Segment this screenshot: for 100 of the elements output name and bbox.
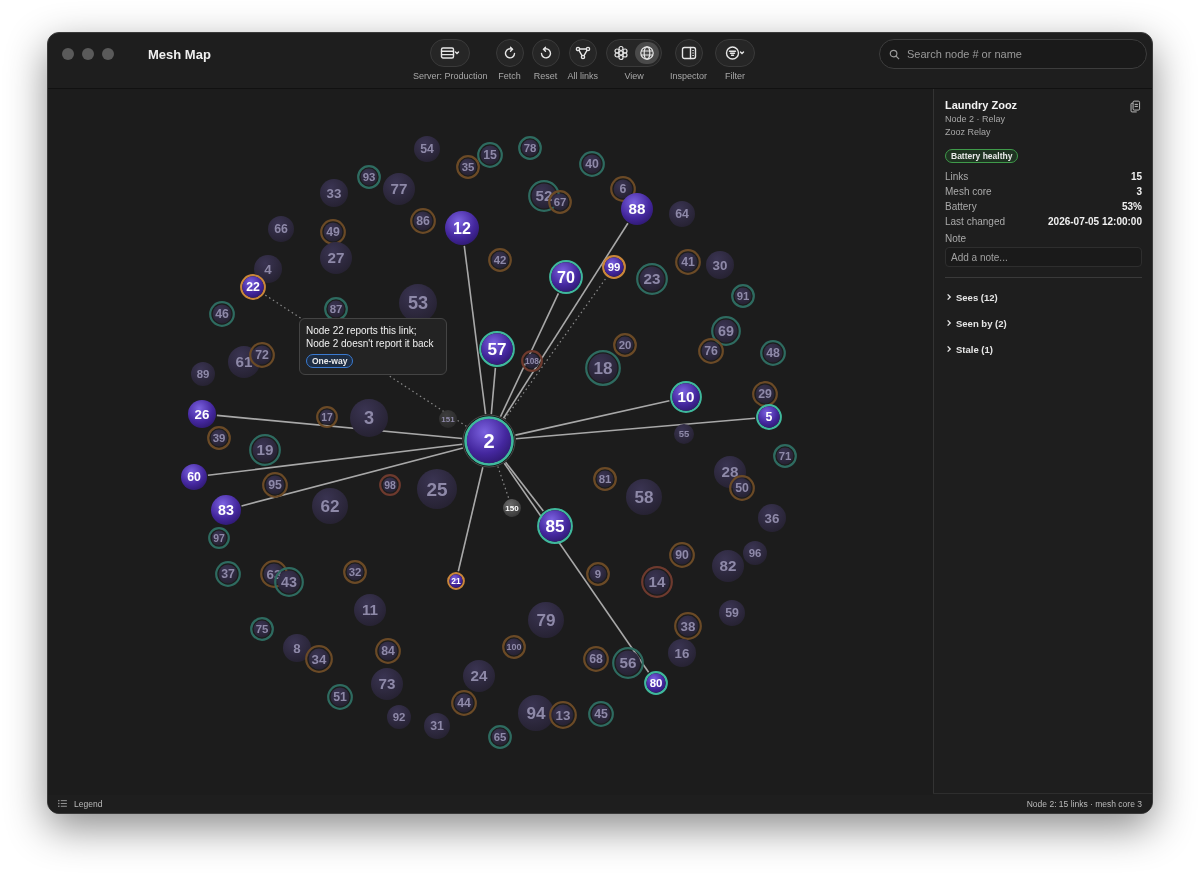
node[interactable]: 57 [479, 331, 515, 367]
node[interactable]: 62 [312, 488, 348, 524]
node[interactable]: 91 [731, 284, 755, 308]
node[interactable]: 73 [371, 668, 403, 700]
node[interactable]: 33 [320, 179, 348, 207]
node[interactable]: 79 [528, 602, 564, 638]
node[interactable]: 86 [410, 208, 436, 234]
node[interactable]: 108 [521, 350, 543, 372]
node[interactable]: 24 [463, 660, 495, 692]
node[interactable]: 66 [268, 216, 294, 242]
node[interactable]: 38 [674, 612, 702, 640]
node[interactable]: 85 [537, 508, 573, 544]
search-field[interactable]: Search node # or name [879, 39, 1147, 69]
node[interactable]: 13 [549, 701, 577, 729]
node[interactable]: 48 [760, 340, 786, 366]
note-field[interactable]: Add a note... [945, 247, 1142, 267]
node[interactable]: 69 [711, 316, 741, 346]
node[interactable]: 98 [379, 474, 401, 496]
node[interactable]: 22 [240, 274, 266, 300]
node[interactable]: 19 [249, 434, 281, 466]
node[interactable]: 96 [743, 541, 767, 565]
node[interactable]: 37 [215, 561, 241, 587]
list-icon[interactable] [58, 800, 67, 807]
node[interactable]: 88 [621, 193, 653, 225]
node[interactable]: 14 [641, 566, 673, 598]
zoom-button[interactable] [102, 48, 114, 60]
node[interactable]: 32 [343, 560, 367, 584]
node[interactable]: 150 [503, 499, 521, 517]
menu-button[interactable] [430, 39, 471, 67]
node[interactable]: 76 [698, 338, 724, 364]
node[interactable]: 70 [549, 260, 583, 294]
node[interactable]: 29 [752, 381, 778, 407]
node[interactable]: 16 [668, 639, 696, 667]
node[interactable]: 9 [586, 562, 610, 586]
node[interactable]: 54 [414, 136, 440, 162]
node[interactable]: 10 [670, 381, 702, 413]
section-toggle[interactable]: Stale (1) [945, 342, 993, 356]
node[interactable]: 68 [583, 646, 609, 672]
node[interactable]: 58 [626, 479, 662, 515]
node[interactable]: 35 [456, 155, 480, 179]
node[interactable]: 8 [283, 634, 311, 662]
node[interactable]: 45 [588, 701, 614, 727]
section-toggle[interactable]: Sees (12) [945, 290, 998, 304]
legend-button[interactable]: Legend [74, 798, 103, 809]
toolbar-button[interactable] [674, 39, 703, 67]
node[interactable]: 11 [354, 594, 386, 626]
menu-button[interactable] [715, 39, 756, 67]
node[interactable]: 18 [585, 350, 621, 386]
node[interactable]: 59 [719, 600, 745, 626]
toolbar-button[interactable] [495, 39, 524, 67]
toolbar-button[interactable] [568, 39, 597, 67]
node[interactable]: 56 [612, 647, 644, 679]
node[interactable]: 44 [451, 690, 477, 716]
node[interactable]: 92 [387, 705, 411, 729]
node[interactable]: 42 [488, 248, 512, 272]
node[interactable]: 71 [773, 444, 797, 468]
node[interactable]: 17 [316, 406, 338, 428]
node[interactable]: 89 [191, 362, 215, 386]
node[interactable]: 5 [756, 404, 782, 430]
node[interactable]: 83 [211, 495, 241, 525]
node[interactable]: 34 [305, 645, 333, 673]
node[interactable]: 3 [350, 399, 388, 437]
node[interactable]: 27 [320, 242, 352, 274]
node[interactable]: 55 [674, 424, 694, 444]
node[interactable]: 94 [518, 695, 554, 731]
node[interactable]: 46 [209, 301, 235, 327]
node[interactable]: 90 [669, 542, 695, 568]
node[interactable]: 84 [375, 638, 401, 664]
node[interactable]: 30 [706, 251, 734, 279]
node[interactable]: 26 [188, 400, 216, 428]
node[interactable]: 78 [518, 136, 542, 160]
toolbar-button[interactable] [531, 39, 560, 67]
node[interactable]: 97 [208, 527, 230, 549]
node[interactable]: 31 [424, 713, 450, 739]
node[interactable]: 23 [636, 263, 668, 295]
node[interactable]: 99 [602, 255, 626, 279]
node[interactable]: 75 [250, 617, 274, 641]
node[interactable]: 64 [669, 201, 695, 227]
node[interactable]: 95 [262, 472, 288, 498]
section-toggle[interactable]: Seen by (2) [945, 316, 1007, 330]
node[interactable]: 51 [327, 684, 353, 710]
node[interactable]: 60 [181, 464, 207, 490]
node[interactable]: 20 [613, 333, 637, 357]
node[interactable]: 12 [445, 211, 479, 245]
node[interactable]: 41 [675, 249, 701, 275]
close-button[interactable] [62, 48, 74, 60]
node[interactable]: 21 [447, 572, 465, 590]
node[interactable]: 77 [383, 173, 415, 205]
view-option[interactable] [635, 42, 660, 64]
node[interactable]: 36 [758, 504, 786, 532]
node[interactable]: 93 [357, 165, 381, 189]
node[interactable]: 65 [488, 725, 512, 749]
node[interactable]: 15 [477, 142, 503, 168]
node[interactable]: 82 [712, 550, 744, 582]
node[interactable]: 39 [207, 426, 231, 450]
node[interactable]: 151 [439, 410, 457, 428]
node[interactable]: 100 [502, 635, 526, 659]
selected-node[interactable]: 2 [462, 414, 516, 468]
node[interactable]: 81 [593, 467, 617, 491]
minimize-button[interactable] [82, 48, 94, 60]
